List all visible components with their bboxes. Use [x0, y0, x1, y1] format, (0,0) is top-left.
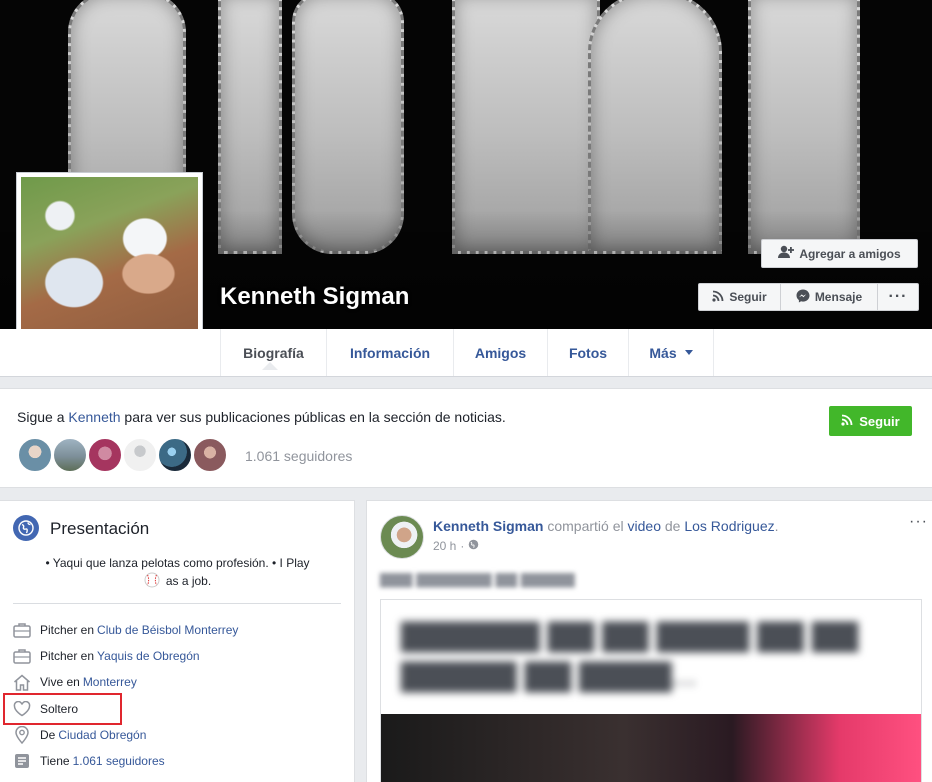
- follower-avatar[interactable]: [17, 437, 53, 473]
- follow-green-label: Seguir: [859, 413, 900, 429]
- follow-button[interactable]: Seguir: [698, 283, 781, 311]
- follower-avatar[interactable]: [157, 437, 193, 473]
- globe-icon: [13, 515, 39, 541]
- public-globe-icon[interactable]: [468, 539, 479, 553]
- post-blurred-caption: ▇▇▇ ▇▇▇▇▇▇▇ ▇▇ ▇▇▇▇▇: [380, 571, 575, 587]
- post-video-link[interactable]: video: [628, 518, 661, 534]
- add-friend-label: Agregar a amigos: [799, 246, 901, 261]
- info-work-1: Pitcher en Club de Béisbol Monterrey: [13, 620, 238, 640]
- profile-name[interactable]: Kenneth Sigman: [220, 283, 409, 311]
- briefcase-icon: [13, 647, 31, 665]
- intro-card: Presentación • Yaqui que lanza pelotas c…: [0, 500, 355, 782]
- tab-more-label: Más: [649, 344, 677, 361]
- more-options-button[interactable]: ···: [877, 283, 919, 311]
- follower-avatar[interactable]: [122, 437, 158, 473]
- post-options-button[interactable]: ···: [909, 513, 928, 531]
- info-followers-link[interactable]: 1.061 seguidores: [73, 754, 165, 768]
- info-from-link[interactable]: Ciudad Obregón: [58, 728, 146, 742]
- info-work-2-link[interactable]: Yaquis de Obregón: [97, 649, 200, 663]
- profile-photo-image: [21, 177, 198, 353]
- info-work-2-prefix: Pitcher en: [40, 649, 95, 663]
- post-card: Kenneth Sigman compartió el video de Los…: [366, 500, 932, 782]
- add-friend-button[interactable]: Agregar a amigos: [761, 239, 918, 268]
- post-shared-text: compartió el: [543, 518, 628, 534]
- follow-prompt-card: Sigue a Kenneth para ver sus publicacion…: [0, 388, 932, 488]
- post-header: Kenneth Sigman compartió el video de Los…: [433, 518, 779, 534]
- follower-avatar[interactable]: [52, 437, 88, 473]
- profile-nav: Biografía Información Amigos Fotos Más: [0, 329, 932, 377]
- meta-separator: ·: [460, 539, 465, 553]
- post-timestamp[interactable]: 20 h: [433, 539, 456, 553]
- active-tab-indicator: [262, 362, 278, 370]
- tab-timeline-label: Biografía: [243, 344, 304, 361]
- follow-green-button[interactable]: Seguir: [829, 406, 912, 436]
- post-period: .: [774, 518, 779, 534]
- tab-friends-label: Amigos: [474, 344, 527, 361]
- info-lives-in: Vive en Monterrey: [13, 672, 137, 692]
- messenger-icon: [796, 289, 810, 306]
- info-work-2: Pitcher en Yaquis de Obregón: [13, 646, 200, 666]
- intro-title: Presentación: [50, 519, 150, 538]
- video-thumbnail[interactable]: [381, 714, 921, 782]
- home-icon: [13, 673, 31, 691]
- info-followers: Tiene 1.061 seguidores: [13, 751, 165, 771]
- bio-text: • Yaqui que lanza pelotas como profesión…: [20, 555, 335, 593]
- post-author-link[interactable]: Kenneth Sigman: [433, 518, 543, 534]
- annotation-highlight-box: [3, 693, 122, 725]
- follower-avatar[interactable]: [87, 437, 123, 473]
- follower-avatars: [17, 437, 228, 473]
- bio-line-1: • Yaqui que lanza pelotas como profesión…: [45, 556, 310, 570]
- post-author-avatar[interactable]: [380, 515, 424, 559]
- follower-avatar[interactable]: [192, 437, 228, 473]
- info-from: De Ciudad Obregón: [13, 725, 146, 745]
- tab-friends[interactable]: Amigos: [453, 329, 547, 376]
- location-pin-icon: [13, 726, 31, 744]
- post-meta: 20 h ·: [433, 539, 479, 553]
- tab-about[interactable]: Información: [326, 329, 453, 376]
- bio-line-2-text: as a job.: [165, 574, 212, 588]
- info-from-prefix: De: [40, 728, 56, 742]
- rss-icon: [841, 414, 853, 429]
- tab-photos[interactable]: Fotos: [547, 329, 628, 376]
- follow-prompt-suffix: para ver sus publicaciones públicas en l…: [120, 409, 506, 425]
- intro-divider: [13, 603, 341, 604]
- followers-icon: [13, 752, 31, 770]
- message-label: Mensaje: [814, 290, 863, 304]
- follow-prompt-text: Sigue a Kenneth para ver sus publicacion…: [17, 409, 506, 425]
- chevron-down-icon: [684, 350, 693, 355]
- follow-prompt-name-link[interactable]: Kenneth: [68, 409, 120, 425]
- follow-prompt-prefix: Sigue a: [17, 409, 69, 425]
- tab-photos-label: Fotos: [568, 344, 608, 361]
- follow-label: Seguir: [729, 290, 767, 304]
- briefcase-icon: [13, 621, 31, 639]
- info-lives-in-prefix: Vive en: [40, 675, 80, 689]
- tab-about-label: Información: [349, 344, 431, 361]
- message-button[interactable]: Mensaje: [780, 283, 878, 311]
- post-de-text: de: [660, 518, 685, 534]
- rss-icon: [712, 290, 724, 305]
- tab-more[interactable]: Más: [628, 329, 714, 376]
- info-work-1-link[interactable]: Club de Béisbol Monterrey: [97, 623, 238, 637]
- shared-video-box[interactable]: ▇▇▇▇▇▇ ▇▇ ▇▇ ▇▇▇▇ ▇▇ ▇▇ ▇▇▇▇▇ ▇▇ ▇▇▇▇...: [380, 599, 922, 782]
- baseball-icon: [144, 572, 160, 593]
- add-friend-icon: [778, 245, 795, 262]
- info-work-1-prefix: Pitcher en: [40, 623, 95, 637]
- followers-count[interactable]: 1.061 seguidores: [245, 448, 352, 464]
- post-source-link[interactable]: Los Rodriguez: [684, 518, 774, 534]
- info-lives-in-link[interactable]: Monterrey: [83, 675, 137, 689]
- bio-line-2: as a job.: [20, 572, 335, 593]
- info-followers-prefix: Tiene: [40, 754, 70, 768]
- shared-blurred-caption: ▇▇▇▇▇▇ ▇▇ ▇▇ ▇▇▇▇ ▇▇ ▇▇ ▇▇▇▇▇ ▇▇ ▇▇▇▇...: [401, 619, 858, 692]
